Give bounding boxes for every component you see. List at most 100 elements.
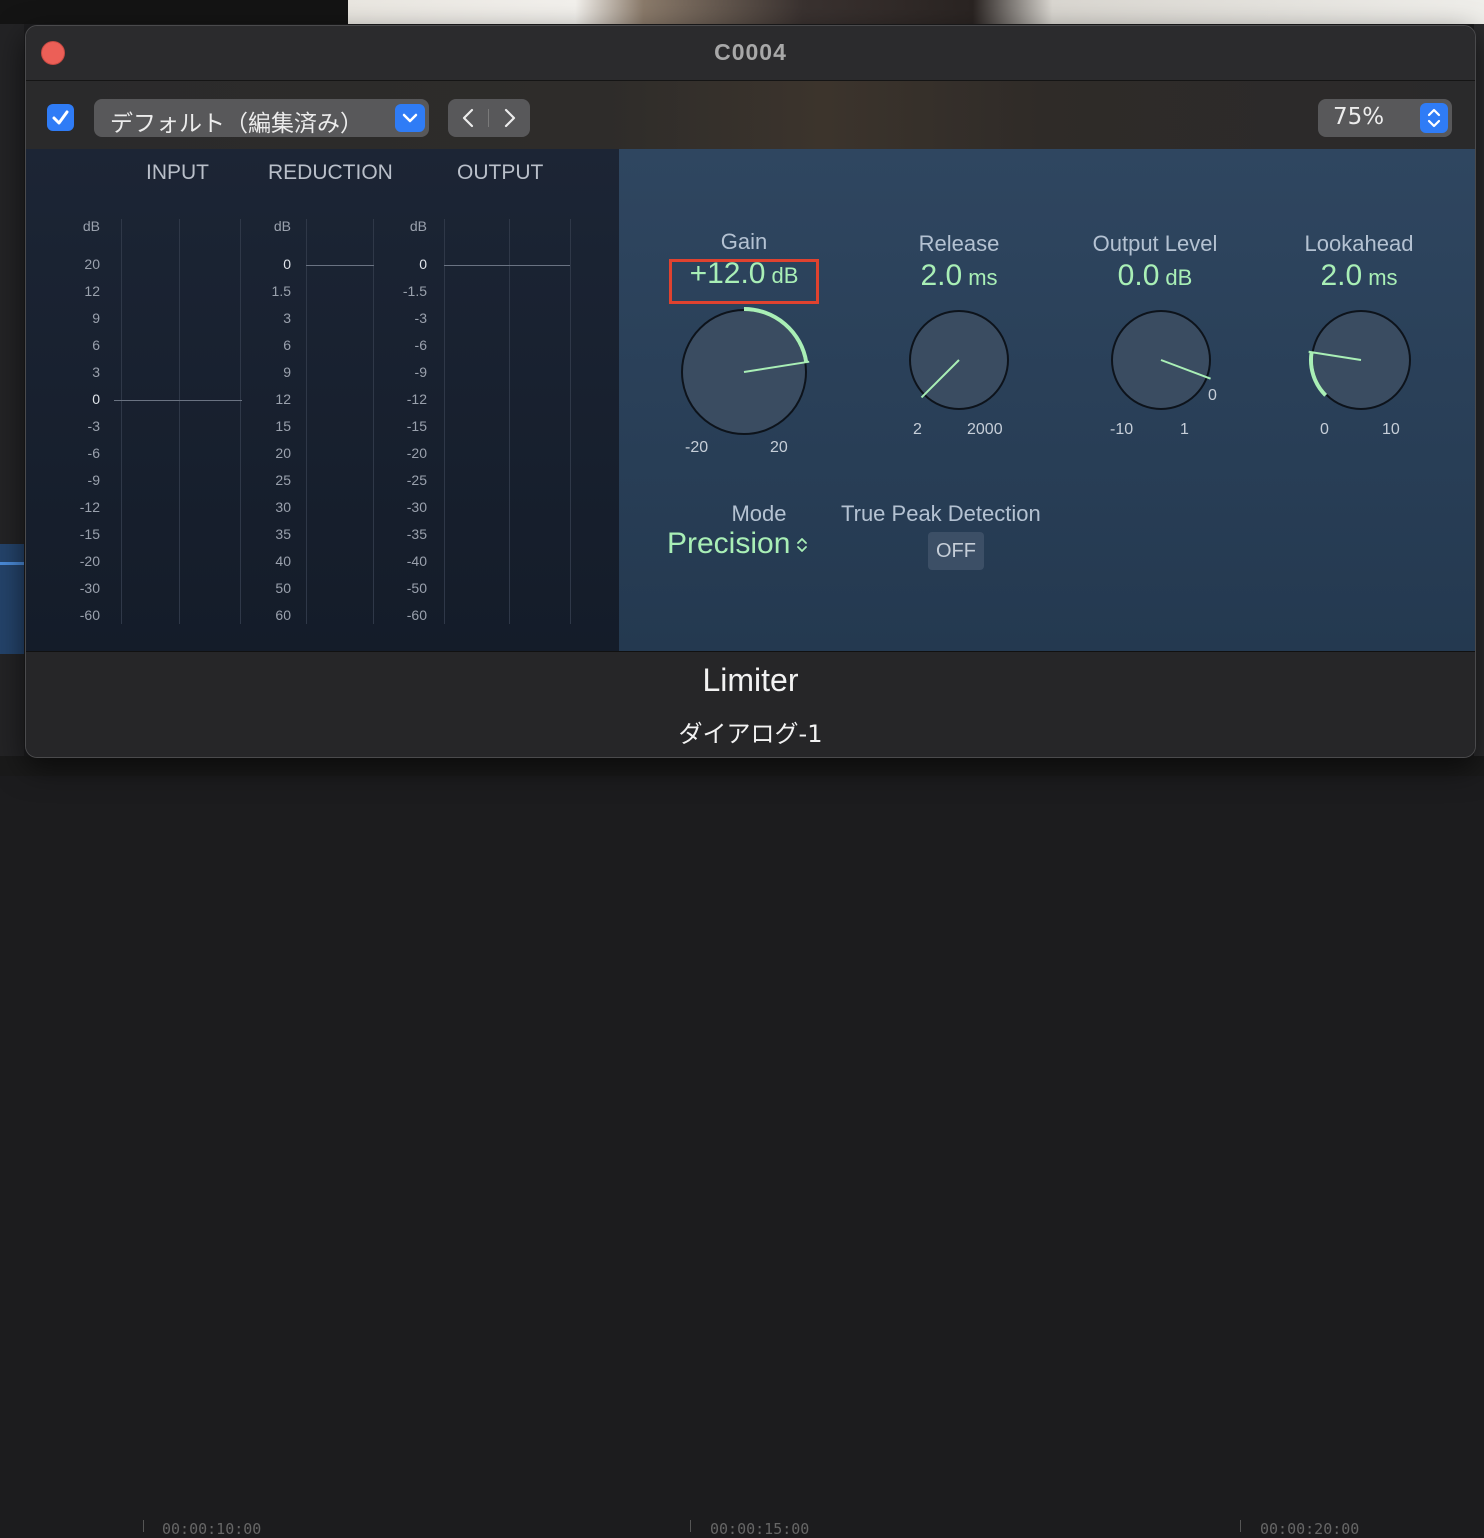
meter-scale-label: -9 (414, 364, 427, 380)
preset-label: デフォルト（編集済み） (110, 111, 363, 137)
meter-scale-label: 20 (275, 445, 291, 461)
meter-scale-label: -30 (79, 580, 100, 596)
meter-scale-label: -35 (406, 526, 427, 542)
timeline-tick (143, 1520, 144, 1532)
meter-scale-label: 20 (84, 256, 100, 272)
plugin-toolbar: デフォルト（編集済み） 75% (26, 81, 1475, 149)
gain-min-label: -20 (685, 439, 709, 456)
meter-scale-label: 9 (92, 310, 100, 326)
title-bar[interactable]: C0004 (26, 26, 1475, 81)
meter-scale-label: 1.5 (271, 283, 291, 299)
divider (488, 109, 489, 127)
meter-scale-label: 6 (92, 337, 100, 353)
lookahead-value-unit: ms (1368, 265, 1398, 290)
lookahead-max-label: 10 (1382, 421, 1400, 438)
meter-scale-label: 0 (92, 391, 100, 407)
lookahead-value: 2.0 ms (1289, 259, 1429, 293)
window-title: C0004 (714, 39, 787, 65)
checkmark-icon (52, 110, 69, 125)
lookahead-knob[interactable] (1299, 298, 1423, 422)
meter-scale-label: 15 (275, 418, 291, 434)
output-level-knob[interactable] (1099, 298, 1223, 422)
output-meter-label: OUTPUT (457, 161, 544, 184)
reduction-meter-label: REDUCTION (268, 161, 393, 184)
meter-scale-label: -6 (87, 445, 100, 461)
meter-scale-label: -6 (414, 337, 427, 353)
meter-scale-label: 0 (419, 256, 427, 272)
meter-scale-label: -12 (79, 499, 100, 515)
previous-preset-button[interactable] (448, 99, 488, 137)
input-meter-label: INPUT (146, 161, 209, 184)
meter-unit-label: dB (82, 218, 100, 234)
meter-scale-label: 60 (275, 607, 291, 623)
meter-scale-label: 50 (275, 580, 291, 596)
lookahead-value-number: 2.0 (1320, 259, 1363, 292)
timeline-tick (1240, 1520, 1241, 1532)
release-max-label: 2000 (967, 421, 1003, 438)
output-level-zero-label: 0 (1208, 387, 1217, 404)
zoom-level: 75% (1333, 104, 1385, 130)
mode-title: Mode (731, 501, 787, 526)
reduction-meter-track (373, 219, 374, 624)
mode-dropdown[interactable]: Precision (667, 527, 808, 561)
bypass-checkbox[interactable] (47, 104, 74, 131)
release-value: 2.0 ms (889, 259, 1029, 293)
meter-scale-label: -60 (79, 607, 100, 623)
input-meter-track (121, 219, 122, 624)
meter-scale-label: 12 (275, 391, 291, 407)
meter-scale-label: 0 (283, 256, 291, 272)
chevron-right-icon (504, 108, 516, 128)
plugin-window: C0004 デフォルト（編集済み） 75% INPUT REDUCTION OU… (25, 25, 1476, 758)
release-min-label: 2 (913, 421, 922, 438)
release-value-number: 2.0 (920, 259, 963, 292)
gain-max-label: 20 (770, 439, 788, 456)
mode-value: Precision (667, 527, 791, 560)
input-meter-track (240, 219, 241, 624)
timeline-left-panel (0, 24, 24, 776)
timeline-tick (690, 1520, 691, 1532)
meter-scale-label: 6 (283, 337, 291, 353)
output-level-title: Output Level (1092, 231, 1218, 256)
limiter-plugin: INPUT REDUCTION OUTPUT dB dB dB 20 12 9 6 3 0… (26, 149, 1475, 651)
next-preset-button[interactable] (490, 99, 530, 137)
true-peak-title: True Peak Detection (841, 501, 1041, 526)
timeline-ruler[interactable]: 00:00:10:00 00:00:15:00 00:00:20:00 (0, 756, 1484, 1538)
input-zero-line (114, 400, 242, 401)
audio-clip[interactable] (0, 544, 24, 654)
meter-scale-label: 40 (275, 553, 291, 569)
meter-unit-label: dB (409, 218, 427, 234)
meter-scale-label: 9 (283, 364, 291, 380)
output-level-value-number: 0.0 (1117, 259, 1160, 292)
release-value-unit: ms (968, 265, 998, 290)
true-peak-toggle[interactable]: OFF (928, 532, 984, 570)
meter-scale-label: -1.5 (402, 283, 427, 299)
output-meter-track (509, 219, 510, 624)
lookahead-min-label: 0 (1320, 421, 1329, 438)
gain-knob[interactable] (669, 297, 819, 447)
reduction-meter-track (306, 219, 307, 624)
up-down-chevron-icon (1420, 103, 1448, 133)
release-knob[interactable] (897, 298, 1021, 422)
meter-scale-label: 25 (275, 472, 291, 488)
meter-scale-label: -30 (406, 499, 427, 515)
output-meter-track (444, 219, 445, 624)
meter-scale-label: -12 (406, 391, 427, 407)
meter-scale-label: -20 (79, 553, 100, 569)
meter-scale-label: 3 (92, 364, 100, 380)
lookahead-title: Lookahead (1304, 231, 1414, 256)
plugin-footer: Limiter ダイアログ-1 (26, 651, 1475, 757)
plugin-name: Limiter (702, 662, 799, 698)
chevron-down-icon (395, 104, 425, 132)
video-preview (348, 0, 1484, 24)
zoom-dropdown[interactable]: 75% (1318, 99, 1452, 137)
output-level-value-unit: dB (1165, 265, 1193, 290)
timecode-label: 00:00:15:00 (710, 1520, 810, 1538)
meters-panel: INPUT REDUCTION OUTPUT dB dB dB 20 12 9 6 3 0… (26, 149, 619, 651)
meter-scale-label: -15 (406, 418, 427, 434)
meter-scale-label: -40 (406, 553, 427, 569)
output-level-value: 0.0 dB (1085, 259, 1225, 293)
meter-scale-label: -60 (406, 607, 427, 623)
preset-dropdown[interactable]: デフォルト（編集済み） (94, 99, 429, 137)
meter-scale-label: -20 (406, 445, 427, 461)
output-level-max-label: 1 (1180, 421, 1189, 438)
